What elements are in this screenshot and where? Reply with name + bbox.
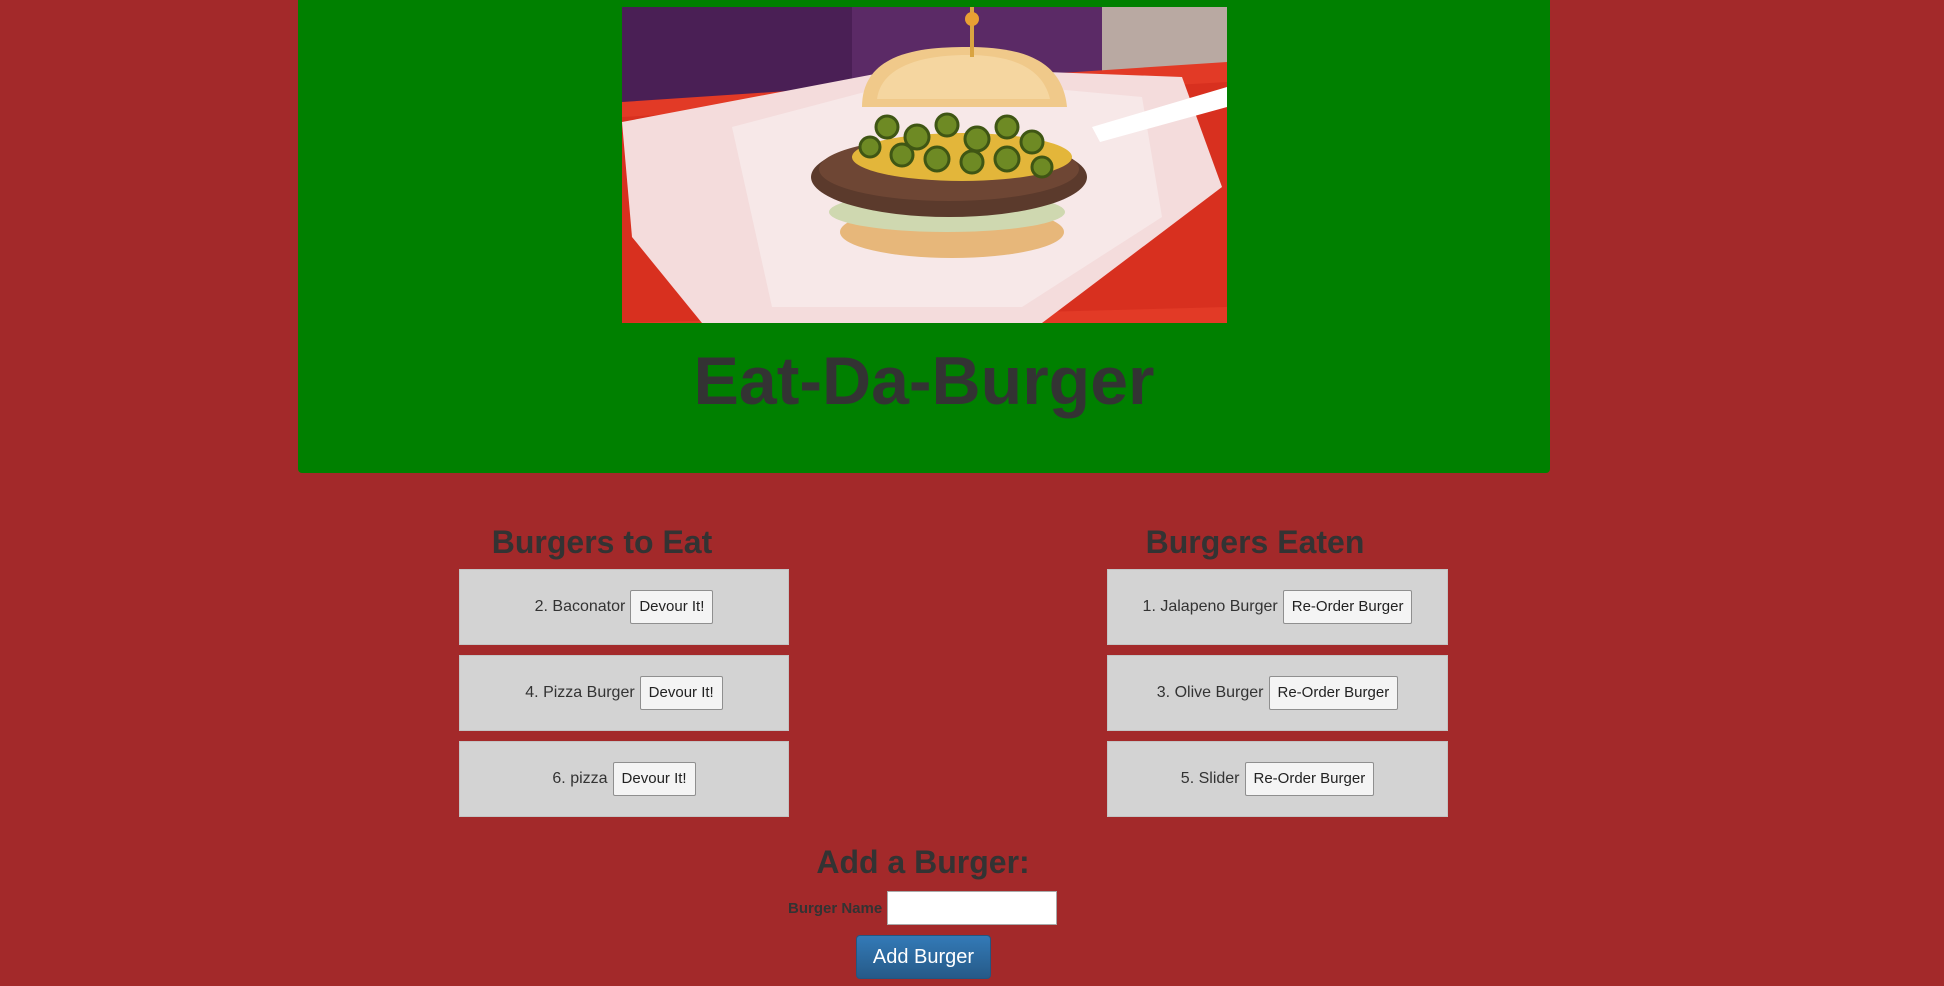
reorder-button[interactable]: Re-Order Burger xyxy=(1268,676,1399,710)
reorder-button[interactable]: Re-Order Burger xyxy=(1244,762,1375,796)
burger-name-input[interactable] xyxy=(887,891,1058,925)
burger-name-label: Burger Name xyxy=(788,899,883,917)
burger-to-eat-item: 6. pizza Devour It! xyxy=(459,741,789,817)
reorder-button[interactable]: Re-Order Burger xyxy=(1282,590,1413,624)
add-burger-form: Burger Name xyxy=(788,891,1058,925)
burger-photo-image xyxy=(622,7,1227,323)
add-burger-button[interactable]: Add Burger xyxy=(856,935,991,979)
burger-photo xyxy=(622,7,1227,323)
add-burger-heading: Add a Burger: xyxy=(816,844,1030,880)
devour-button[interactable]: Devour It! xyxy=(639,676,723,710)
burger-name: 3. Olive Burger xyxy=(1156,684,1264,701)
burger-name: 4. Pizza Burger xyxy=(525,684,635,701)
burger-name: 5. Slider xyxy=(1180,770,1240,787)
page: Eat-Da-Burger Burgers to Eat Burgers Eat… xyxy=(0,0,1944,986)
devour-button[interactable]: Devour It! xyxy=(612,762,696,796)
devour-button[interactable]: Devour It! xyxy=(630,590,714,624)
burgers-eaten-heading: Burgers Eaten xyxy=(1145,524,1365,560)
burger-eaten-item: 5. Slider Re-Order Burger xyxy=(1107,741,1448,817)
burger-eaten-item: 3. Olive Burger Re-Order Burger xyxy=(1107,655,1448,731)
burgers-to-eat-heading: Burgers to Eat xyxy=(491,524,713,560)
burger-name: 1. Jalapeno Burger xyxy=(1142,598,1278,615)
burger-name: 2. Baconator xyxy=(534,598,626,615)
burger-to-eat-item: 4. Pizza Burger Devour It! xyxy=(459,655,789,731)
page-title: Eat-Da-Burger xyxy=(693,343,1155,419)
burger-name: 6. pizza xyxy=(552,770,608,787)
burger-to-eat-item: 2. Baconator Devour It! xyxy=(459,569,789,645)
burger-eaten-item: 1. Jalapeno Burger Re-Order Burger xyxy=(1107,569,1448,645)
